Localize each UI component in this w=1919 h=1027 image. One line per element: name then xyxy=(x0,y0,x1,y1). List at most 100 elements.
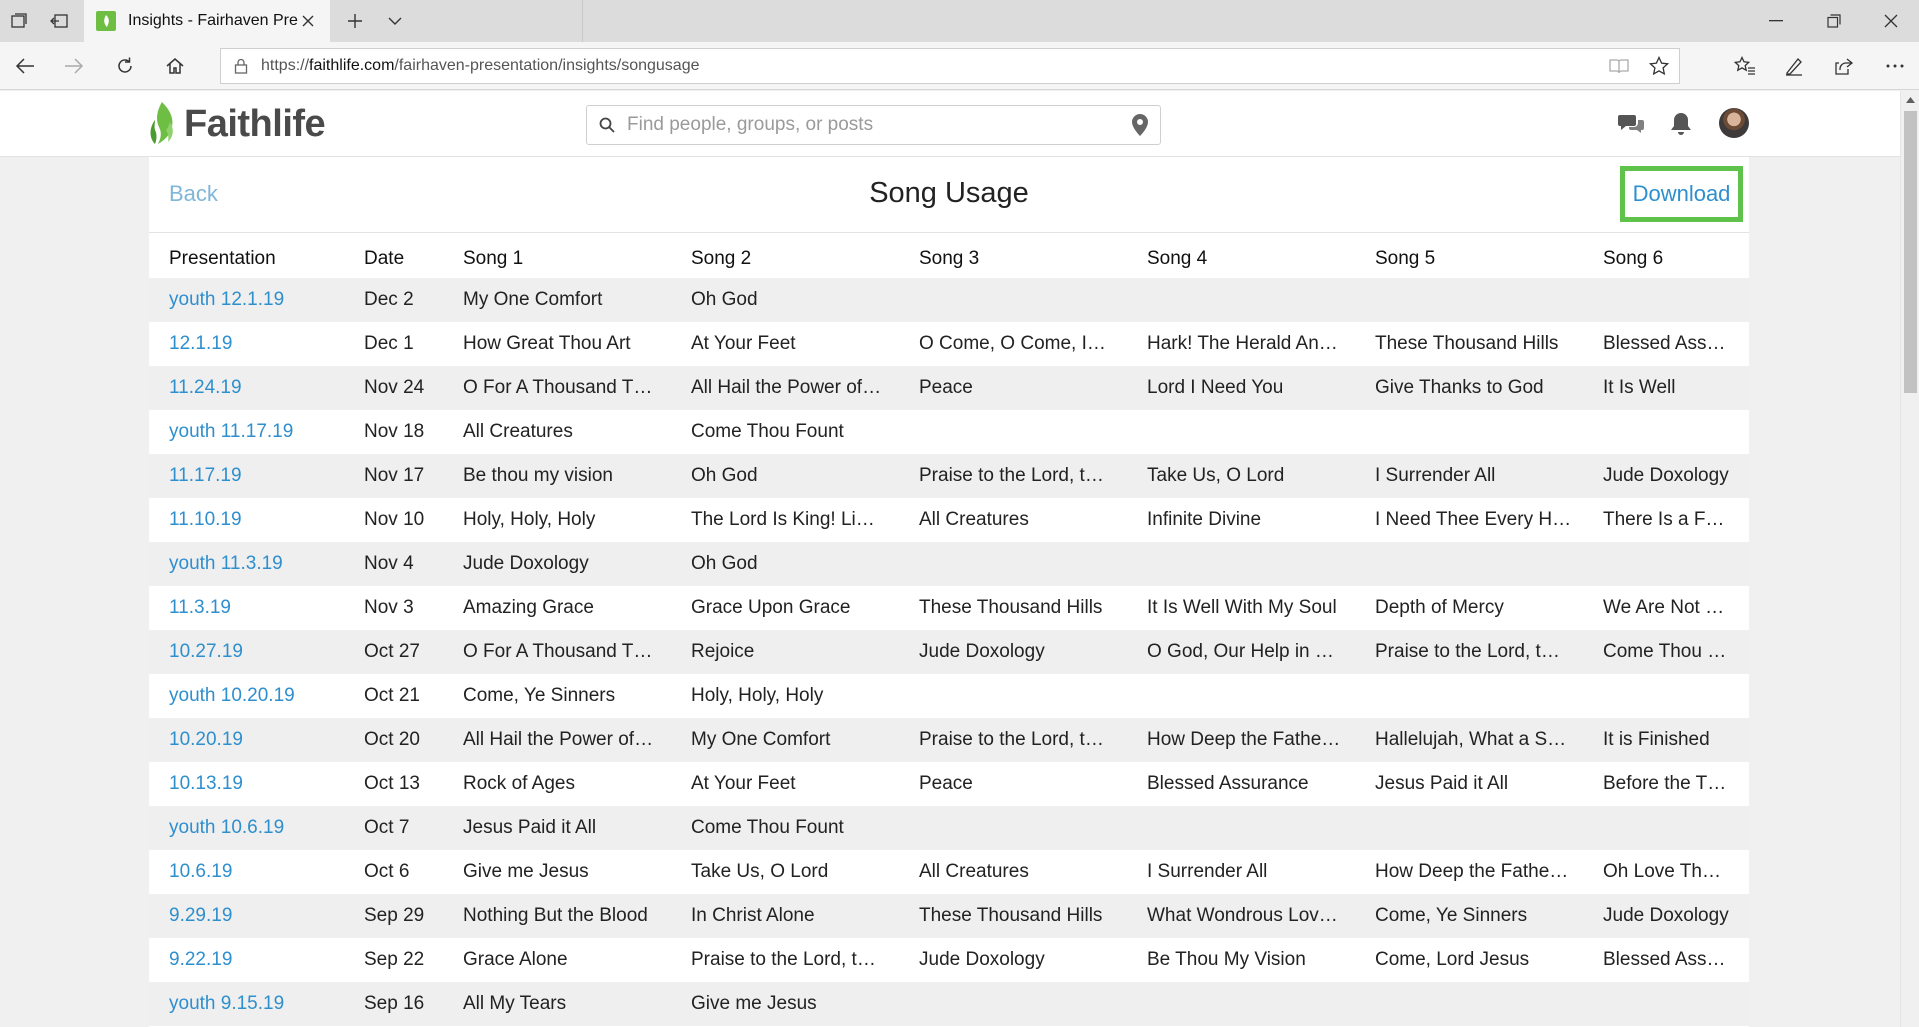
forward-arrow-icon[interactable] xyxy=(59,51,89,81)
new-tab-icon[interactable] xyxy=(340,7,370,35)
presentation-link[interactable]: youth 10.20.19 xyxy=(169,685,295,706)
column-header[interactable]: Date xyxy=(364,233,463,278)
presentation-cell: 11.24.19 xyxy=(149,366,364,410)
presentation-link[interactable]: 11.17.19 xyxy=(169,465,242,486)
song-cell: I Need Thee Every H… xyxy=(1375,498,1603,542)
song-title: Come, Ye Sinners xyxy=(463,685,616,706)
presentation-cell: 9.29.19 xyxy=(149,894,364,938)
presentation-cell: 11.10.19 xyxy=(149,498,364,542)
song-cell: How Deep the Fathe… xyxy=(1147,718,1375,762)
column-header[interactable]: Song 1 xyxy=(463,233,691,278)
presentation-link[interactable]: 11.10.19 xyxy=(169,509,242,530)
song-cell: Peace xyxy=(919,366,1147,410)
presentation-cell: 10.20.19 xyxy=(149,718,364,762)
date-cell: Nov 3 xyxy=(364,597,414,618)
column-header[interactable]: Presentation xyxy=(149,233,364,278)
presentation-link[interactable]: youth 10.6.19 xyxy=(169,817,284,838)
restore-icon[interactable] xyxy=(1806,0,1862,42)
presentation-link[interactable]: 12.1.19 xyxy=(169,333,232,354)
song-title: Jude Doxology xyxy=(1603,905,1729,926)
user-avatar[interactable] xyxy=(1719,108,1749,138)
location-pin-icon[interactable] xyxy=(1120,114,1160,136)
song-cell: All My Tears xyxy=(463,982,691,1026)
set-tabs-aside-icon[interactable] xyxy=(44,7,74,35)
back-arrow-icon[interactable] xyxy=(10,51,40,81)
song-cell: My One Comfort xyxy=(463,278,691,322)
song-cell: It Is Well xyxy=(1603,366,1749,410)
presentation-link[interactable]: youth 9.15.19 xyxy=(169,993,284,1014)
song-cell: Praise to the Lord, t… xyxy=(1375,630,1603,674)
tab-actions-icon[interactable] xyxy=(4,7,34,35)
song-cell: Before the Thro xyxy=(1603,762,1749,806)
presentation-link[interactable]: 10.20.19 xyxy=(169,729,243,750)
table-row: youth 12.1.19 Dec 2 My One Comfort Oh God xyxy=(149,278,1749,322)
faithlife-logo[interactable]: Faithlife xyxy=(148,99,326,149)
song-cell: I Surrender All xyxy=(1147,850,1375,894)
reading-view-icon[interactable] xyxy=(1599,49,1639,83)
faithlife-favicon-icon xyxy=(96,11,116,31)
url-text[interactable]: https://faithlife.com/fairhaven-presenta… xyxy=(261,57,1599,75)
song-cell xyxy=(1375,410,1603,454)
favorite-star-icon[interactable] xyxy=(1639,49,1679,83)
table-row: youth 10.6.19 Oct 7 Jesus Paid it All Come … xyxy=(149,806,1749,850)
web-note-pen-icon[interactable] xyxy=(1779,51,1809,81)
song-title: O For A Thousand T… xyxy=(463,641,653,662)
song-cell xyxy=(1375,542,1603,586)
search-input[interactable] xyxy=(627,114,1120,136)
song-title: I Need Thee Every H… xyxy=(1375,509,1572,530)
song-cell: Lord I Need You xyxy=(1147,366,1375,410)
page-scrollbar[interactable] xyxy=(1900,91,1919,1027)
column-header[interactable]: Song 5 xyxy=(1375,233,1603,278)
presentation-cell: youth 9.15.19 xyxy=(149,982,364,1026)
presentation-link[interactable]: 9.29.19 xyxy=(169,905,232,926)
presentation-link[interactable]: 9.22.19 xyxy=(169,949,232,970)
active-tab[interactable]: Insights - Fairhaven Pre: xyxy=(84,0,330,42)
table-row: 10.6.19 Oct 6 Give me Jesus Take Us, O Lord… xyxy=(149,850,1749,894)
presentation-link[interactable]: 10.13.19 xyxy=(169,773,243,794)
presentation-link[interactable]: youth 12.1.19 xyxy=(169,289,284,310)
song-title: There Is a Fount xyxy=(1603,509,1743,530)
close-window-icon[interactable] xyxy=(1863,0,1919,42)
close-tab-icon[interactable] xyxy=(298,11,318,31)
song-title: It Is Well xyxy=(1603,377,1676,398)
home-icon[interactable] xyxy=(160,51,190,81)
minimize-icon[interactable] xyxy=(1748,0,1804,42)
messages-icon[interactable] xyxy=(1616,109,1646,139)
refresh-icon[interactable] xyxy=(110,51,140,81)
song-title: Grace Alone xyxy=(463,949,568,970)
notifications-bell-icon[interactable] xyxy=(1666,109,1696,139)
presentation-link[interactable]: youth 11.17.19 xyxy=(169,421,293,442)
scrollbar-thumb[interactable] xyxy=(1904,111,1917,393)
presentation-link[interactable]: 10.6.19 xyxy=(169,861,232,882)
more-options-icon[interactable] xyxy=(1880,51,1910,81)
search-box[interactable] xyxy=(586,105,1161,145)
song-title: Hallelujah, What a S… xyxy=(1375,729,1567,750)
song-cell: My One Comfort xyxy=(691,718,919,762)
address-bar[interactable]: https://faithlife.com/fairhaven-presenta… xyxy=(220,48,1680,84)
table-row: youth 11.3.19 Nov 4 Jude Doxology Oh God xyxy=(149,542,1749,586)
lock-icon[interactable] xyxy=(221,58,261,74)
song-cell xyxy=(919,806,1147,850)
presentation-cell: youth 12.1.19 xyxy=(149,278,364,322)
song-title: Praise to the Lord, t… xyxy=(919,465,1104,486)
song-title: Be Thou My Vision xyxy=(1147,949,1306,970)
presentation-link[interactable]: youth 11.3.19 xyxy=(169,553,283,574)
presentation-cell: 11.17.19 xyxy=(149,454,364,498)
song-title: All My Tears xyxy=(463,993,567,1014)
presentation-cell: 10.27.19 xyxy=(149,630,364,674)
date-cell: Nov 4 xyxy=(364,553,414,574)
presentation-link[interactable]: 11.24.19 xyxy=(169,377,242,398)
share-icon[interactable] xyxy=(1829,51,1859,81)
favorites-list-icon[interactable] xyxy=(1730,51,1760,81)
column-header[interactable]: Song 3 xyxy=(919,233,1147,278)
presentation-link[interactable]: 11.3.19 xyxy=(169,597,231,618)
song-title: Oh Love That W xyxy=(1603,861,1741,882)
column-header[interactable]: Song 2 xyxy=(691,233,919,278)
scroll-up-arrow-icon[interactable] xyxy=(1901,91,1919,109)
tab-list-chevron-down-icon[interactable] xyxy=(380,7,410,35)
download-button[interactable]: Download xyxy=(1620,166,1743,222)
presentation-link[interactable]: 10.27.19 xyxy=(169,641,243,662)
column-header[interactable]: Song 4 xyxy=(1147,233,1375,278)
song-cell: Jesus Paid it All xyxy=(463,806,691,850)
column-header[interactable]: Song 6 xyxy=(1603,233,1749,278)
